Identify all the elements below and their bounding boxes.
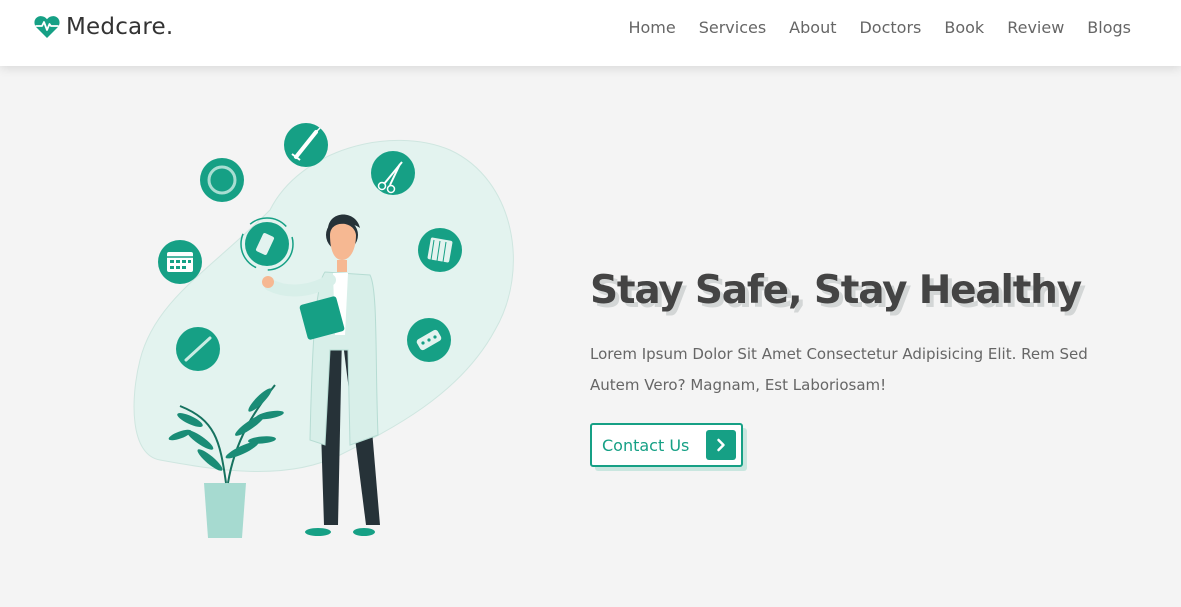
pill-box-icon	[418, 228, 462, 272]
brand-name: Medcare.	[66, 14, 174, 40]
nav-services[interactable]: Services	[699, 18, 766, 37]
contact-us-button[interactable]: Contact Us	[590, 423, 743, 467]
nav-home[interactable]: Home	[628, 18, 675, 37]
contact-button-wrapper: Contact Us	[590, 423, 747, 471]
brand-logo[interactable]: Medcare.	[34, 14, 173, 40]
scissors-icon	[371, 151, 415, 195]
nav-doctors[interactable]: Doctors	[859, 18, 921, 37]
contact-us-label: Contact Us	[602, 435, 690, 455]
hero-headline: Stay Safe, Stay Healthy	[590, 268, 1082, 313]
hero-content: Stay Safe, Stay Healthy Lorem Ipsum Dolo…	[590, 268, 1150, 471]
ring-icon	[200, 158, 244, 202]
syringe-icon	[284, 123, 328, 167]
nav-about[interactable]: About	[789, 18, 836, 37]
medicine-bottle-icon	[240, 217, 294, 271]
nav-review[interactable]: Review	[1007, 18, 1064, 37]
site-header: Medcare. Home Services About Doctors Boo…	[0, 0, 1181, 66]
main-nav: Home Services About Doctors Book Review …	[605, 18, 1131, 37]
nav-book[interactable]: Book	[944, 18, 984, 37]
calendar-icon	[158, 240, 202, 284]
doctor-illustration	[133, 123, 514, 538]
thermometer-icon	[176, 327, 220, 371]
chevron-right-icon	[706, 430, 736, 460]
hero-description: Lorem Ipsum Dolor Sit Amet Consectetur A…	[590, 345, 1088, 394]
heartbeat-icon	[34, 16, 60, 38]
pill-blister-icon	[407, 318, 451, 362]
nav-blogs[interactable]: Blogs	[1087, 18, 1131, 37]
